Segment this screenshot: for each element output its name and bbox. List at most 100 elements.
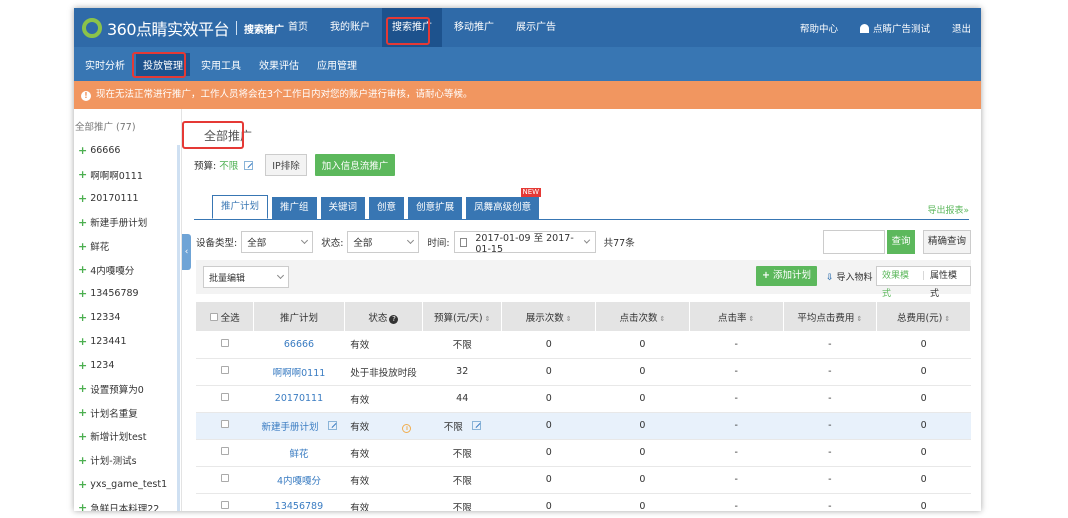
table-row[interactable]: 新建手册计划 有效 ॥ 不限 00--0 [196, 412, 971, 440]
table-row[interactable]: 20170111 有效 44 0 0- -0 [196, 385, 971, 413]
status-select[interactable]: 全部 [347, 231, 420, 253]
col-ctr[interactable]: 点击率 ⇕ [689, 302, 784, 331]
sidebar-item-label: 13456789 [90, 288, 139, 300]
attribute-mode-button[interactable]: 属性模式 [925, 267, 970, 299]
sidebar-item[interactable]: + 新增计划test [74, 425, 181, 449]
sidebar-item[interactable]: +1234 [74, 353, 181, 377]
sidebar-item[interactable]: + 计划-测试s [74, 448, 181, 472]
row-checkbox[interactable] [220, 393, 229, 401]
col-impressions[interactable]: 展示次数 ⇕ [501, 302, 597, 331]
row-checkbox[interactable] [220, 474, 229, 482]
plan-link[interactable]: 4内嘎嘎分 [277, 476, 321, 487]
col-budget[interactable]: 预算(元/天) ⇕ [422, 302, 503, 331]
status-col: 有效 [344, 466, 423, 494]
sidebar-item[interactable]: + 计划名重复 [74, 401, 181, 425]
help-center-link[interactable]: 帮助中心 [800, 21, 838, 35]
table-row[interactable]: 66666 有效 不限 0 0- -0 [196, 331, 971, 359]
edit-icon[interactable] [244, 160, 254, 170]
tab-advanced-creative[interactable]: 凤舞高级创意 NEW [466, 188, 542, 219]
col-clicks-label: 点击次数 [619, 312, 658, 324]
tab-creative-ext[interactable]: 创意扩展 [408, 197, 463, 219]
table-row[interactable]: 4内嘎嘎分 有效 不限 0 0- -0 [196, 466, 971, 494]
row-select[interactable] [196, 358, 254, 386]
table-row[interactable]: 13456789 有效 不限 0 0- -0 [196, 493, 971, 511]
row-select[interactable] [196, 385, 254, 413]
tab-creatives[interactable]: 创意 [369, 197, 405, 219]
row-checkbox[interactable] [220, 447, 229, 455]
row-select[interactable] [196, 331, 254, 359]
query-input[interactable] [823, 230, 885, 254]
clicks-cell: 0 [595, 493, 690, 511]
row-checkbox[interactable] [220, 366, 229, 374]
help-icon[interactable]: ? [389, 314, 399, 324]
tab-keywords[interactable]: 关键词 [320, 197, 366, 219]
tab-plans[interactable]: 推广计划 [212, 195, 269, 219]
precise-query-button[interactable]: 精确查询 [923, 230, 971, 254]
sidebar-item[interactable]: + 鲜花 [74, 234, 181, 258]
row-select[interactable] [196, 439, 254, 467]
ip-exclude-button[interactable]: IP排除 [265, 154, 307, 176]
sidebar-title[interactable]: 全部推广 (77) [74, 109, 181, 139]
table-row[interactable]: 啊啊啊0111 处于非投放时段 32 0 0- -0 [196, 358, 971, 386]
sidebar-collapse-button[interactable]: ‹ [182, 234, 191, 270]
sort-icon: ⇕ [565, 314, 572, 323]
col-cost[interactable]: 总费用(元) ⇕ [876, 302, 971, 331]
topnav-display-ads[interactable]: 展示广告 [506, 8, 566, 47]
edit-icon[interactable] [471, 420, 481, 430]
add-feed-promo-button[interactable]: 加入信息流推广 [314, 154, 396, 176]
plan-link[interactable]: 66666 [284, 339, 314, 350]
table-row[interactable]: 鲜花 有效 不限 0 0- -0 [196, 439, 971, 467]
import-materials-link[interactable]: ⇩ 导入物料 [826, 270, 873, 283]
batch-edit-select[interactable]: 批量编辑 [203, 266, 289, 288]
select-all-checkbox[interactable] [209, 312, 218, 321]
sidebar-item[interactable]: + yxs_game_test1 [74, 472, 181, 496]
sidebar-item-label: 急鲜日本料理22 [90, 503, 160, 511]
tab-groups[interactable]: 推广组 [272, 197, 317, 219]
pause-icon[interactable]: ॥ [402, 423, 412, 433]
sidebar-item[interactable]: +4内嘎嘎分 [74, 258, 181, 282]
plan-link[interactable]: 啊啊啊0111 [273, 368, 326, 379]
sidebar-item[interactable]: +66666 [74, 139, 181, 163]
device-type-select[interactable]: 全部 [241, 231, 314, 253]
topnav-home[interactable]: 首页 [278, 8, 318, 47]
sidebar-item[interactable]: +123441 [74, 329, 181, 353]
sidebar-item[interactable]: + 设置预算为0 [74, 377, 181, 401]
topnav-account[interactable]: 我的账户 [320, 8, 380, 47]
export-report-link[interactable]: 导出报表» [927, 203, 969, 216]
logout-link[interactable]: 退出 [952, 21, 971, 35]
app-window: 360点睛实效平台 搜索推广 首页 我的账户 搜索推广 移动推广 展示广告 帮助… [74, 8, 981, 511]
row-checkbox[interactable] [220, 420, 229, 428]
col-select-all[interactable]: 全选 [196, 302, 255, 331]
row-checkbox[interactable] [220, 338, 229, 347]
sidebar-item[interactable]: + 啊啊啊0111 [74, 163, 181, 187]
sidebar-item[interactable]: +13456789 [74, 282, 181, 306]
user-menu[interactable]: 点睛广告测试 [859, 21, 930, 35]
date-range-picker[interactable]: 2017-01-09 至 2017-01-15 [453, 231, 596, 255]
logo[interactable]: 360点睛实效平台 搜索推广 [82, 16, 284, 40]
plan-link[interactable]: 20170111 [275, 393, 323, 404]
col-avg-cpc[interactable]: 平均点击费用 ⇕ [783, 302, 878, 331]
plan-link[interactable]: 新建手册计划 [261, 422, 318, 433]
query-button[interactable]: 查询 [887, 230, 915, 254]
highlight-search-promo [386, 17, 430, 45]
plan-link[interactable]: 鲜花 [289, 449, 308, 460]
subnav-realtime[interactable]: 实时分析 [78, 53, 132, 76]
sidebar-item[interactable]: +12334 [74, 306, 181, 330]
subnav-apps[interactable]: 应用管理 [310, 53, 364, 76]
add-plan-button[interactable]: + 添加计划 [756, 266, 818, 286]
row-checkbox[interactable] [220, 501, 229, 509]
topnav-mobile-promo[interactable]: 移动推广 [444, 8, 504, 47]
row-select[interactable] [196, 412, 254, 440]
sidebar-item[interactable]: + 新建手册计划 [74, 210, 181, 234]
sidebar-item[interactable]: + 急鲜日本料理22 [74, 496, 181, 511]
sidebar-scrollbar[interactable] [177, 145, 180, 511]
plan-link[interactable]: 13456789 [275, 501, 323, 511]
subnav-tools[interactable]: 实用工具 [194, 53, 248, 76]
row-select[interactable] [196, 466, 254, 494]
subnav-effect[interactable]: 效果评估 [252, 53, 306, 76]
col-clicks[interactable]: 点击次数 ⇕ [595, 302, 690, 331]
edit-icon[interactable] [327, 420, 337, 430]
row-select[interactable] [196, 493, 254, 511]
sidebar-item[interactable]: +20170111 [74, 187, 181, 211]
effect-mode-button[interactable]: 效果模式 [877, 267, 922, 299]
